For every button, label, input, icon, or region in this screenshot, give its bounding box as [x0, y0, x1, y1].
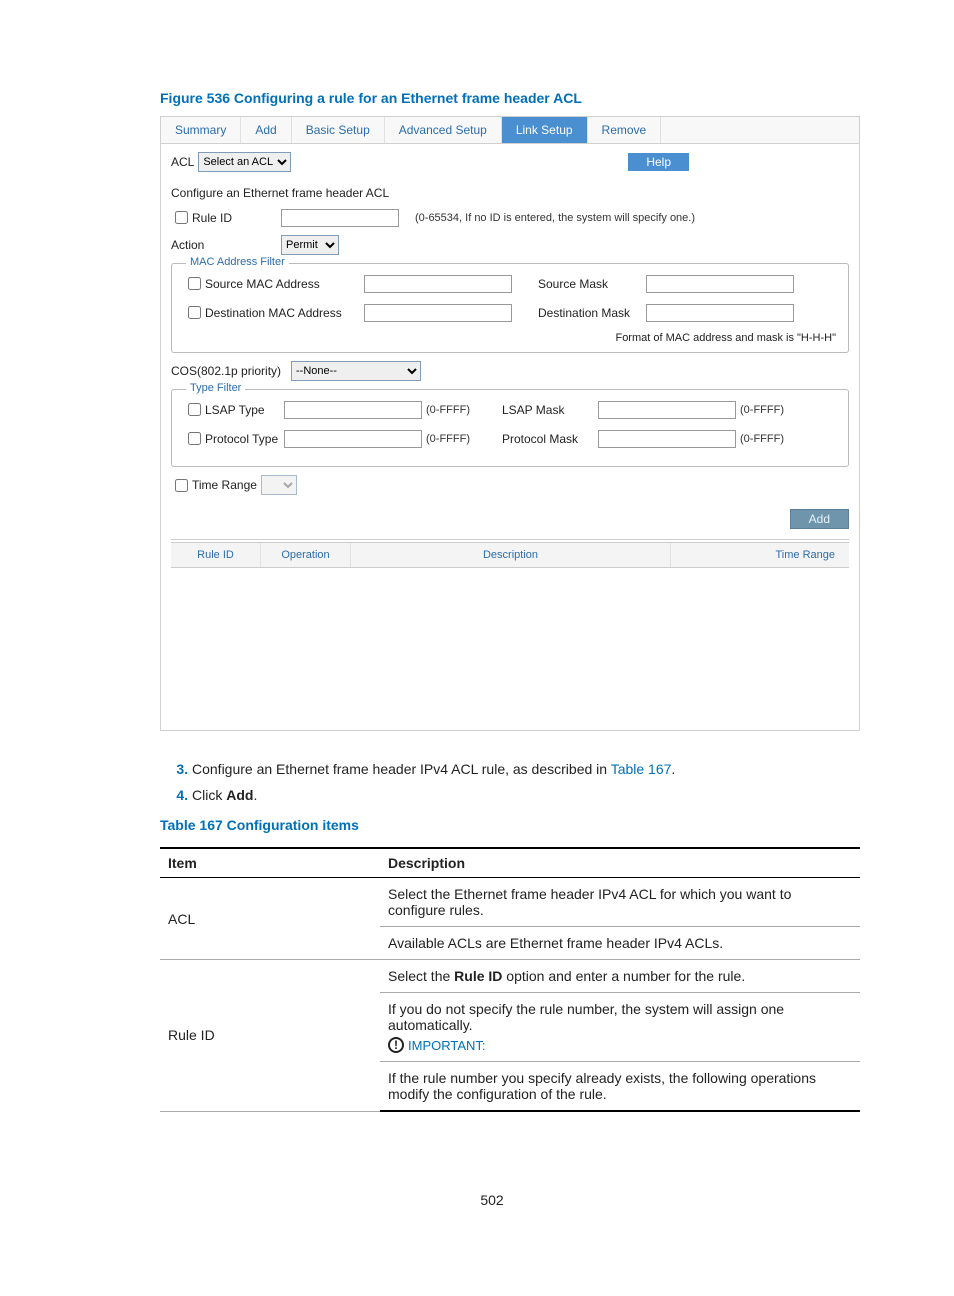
- rule-table: Rule ID Operation Description Time Range: [171, 542, 849, 718]
- step-3: Configure an Ethernet frame header IPv4 …: [192, 761, 824, 777]
- tab-add[interactable]: Add: [241, 117, 291, 143]
- dest-mask-label: Destination Mask: [538, 306, 646, 320]
- dest-mask-input[interactable]: [646, 304, 794, 322]
- protocol-mask-input[interactable]: [598, 430, 736, 448]
- type-filter-fieldset: Type Filter LSAP Type (0-FFFF) LSAP Mask…: [171, 389, 849, 467]
- tab-link-setup[interactable]: Link Setup: [502, 117, 588, 143]
- col-description[interactable]: Description: [351, 543, 671, 567]
- tabs-bar: Summary Add Basic Setup Advanced Setup L…: [161, 117, 859, 144]
- protocol-type-label: Protocol Type: [205, 432, 278, 446]
- important-callout: ! IMPORTANT:: [388, 1037, 486, 1053]
- lsap-mask-input[interactable]: [598, 401, 736, 419]
- lsap-mask-label: LSAP Mask: [502, 403, 598, 417]
- step-4: Click Add.: [192, 787, 824, 803]
- acl-label: ACL: [171, 155, 194, 169]
- rule-id-input[interactable]: [281, 209, 399, 227]
- source-mac-input[interactable]: [364, 275, 512, 293]
- important-icon: !: [388, 1037, 404, 1053]
- source-mask-input[interactable]: [646, 275, 794, 293]
- cos-label: COS(802.1p priority): [171, 364, 291, 378]
- tab-advanced-setup[interactable]: Advanced Setup: [385, 117, 502, 143]
- figure-title: Figure 536 Configuring a rule for an Eth…: [160, 90, 824, 106]
- cell-ruleid-desc-c: If the rule number you specify already e…: [380, 1062, 860, 1112]
- lsap-type-hint: (0-FFFF): [422, 404, 502, 416]
- col-time-range[interactable]: Time Range: [671, 543, 849, 567]
- action-select[interactable]: Permit: [281, 235, 339, 255]
- cell-ruleid-desc-a: Select the Rule ID option and enter a nu…: [380, 960, 860, 993]
- cell-ruleid-item: Rule ID: [160, 960, 380, 1112]
- lsap-type-input[interactable]: [284, 401, 422, 419]
- cell-ruleid-desc-b: If you do not specify the rule number, t…: [380, 993, 860, 1062]
- protocol-mask-hint: (0-FFFF): [736, 433, 784, 445]
- rule-id-label: Rule ID: [192, 211, 232, 225]
- cell-acl-item: ACL: [160, 878, 380, 960]
- tab-summary[interactable]: Summary: [161, 117, 241, 143]
- source-mac-checkbox[interactable]: [188, 277, 201, 290]
- screenshot-panel: Summary Add Basic Setup Advanced Setup L…: [160, 116, 860, 731]
- cell-acl-desc-a: Select the Ethernet frame header IPv4 AC…: [380, 878, 860, 927]
- add-button[interactable]: Add: [790, 509, 849, 529]
- col-operation[interactable]: Operation: [261, 543, 351, 567]
- source-mac-label: Source MAC Address: [205, 277, 320, 291]
- protocol-type-hint: (0-FFFF): [422, 433, 502, 445]
- col-rule-id[interactable]: Rule ID: [171, 543, 261, 567]
- config-table: Item Description ACL Select the Ethernet…: [160, 847, 860, 1112]
- lsap-type-checkbox[interactable]: [188, 403, 201, 416]
- dest-mac-label: Destination MAC Address: [205, 306, 342, 320]
- rule-id-hint: (0-65534, If no ID is entered, the syste…: [415, 212, 695, 224]
- section-title: Configure an Ethernet frame header ACL: [171, 186, 849, 200]
- table-link[interactable]: Table 167: [611, 761, 672, 777]
- tab-remove[interactable]: Remove: [588, 117, 662, 143]
- lsap-mask-hint: (0-FFFF): [736, 404, 784, 416]
- mac-filter-legend: MAC Address Filter: [186, 256, 289, 268]
- protocol-type-input[interactable]: [284, 430, 422, 448]
- tab-basic-setup[interactable]: Basic Setup: [292, 117, 385, 143]
- time-range-select[interactable]: [261, 475, 297, 495]
- table-title: Table 167 Configuration items: [160, 817, 824, 833]
- help-button[interactable]: Help: [628, 153, 689, 171]
- th-description: Description: [380, 848, 860, 878]
- mac-format-note: Format of MAC address and mask is "H-H-H…: [184, 332, 836, 344]
- cell-acl-desc-b: Available ACLs are Ethernet frame header…: [380, 927, 860, 960]
- time-range-checkbox[interactable]: [175, 479, 188, 492]
- type-filter-legend: Type Filter: [186, 382, 245, 394]
- dest-mac-checkbox[interactable]: [188, 306, 201, 319]
- time-range-label: Time Range: [192, 478, 257, 492]
- page-number: 502: [160, 1192, 824, 1208]
- th-item: Item: [160, 848, 380, 878]
- dest-mac-input[interactable]: [364, 304, 512, 322]
- cos-select[interactable]: --None--: [291, 361, 421, 381]
- action-label: Action: [171, 238, 281, 252]
- steps-list: Configure an Ethernet frame header IPv4 …: [160, 761, 824, 803]
- protocol-type-checkbox[interactable]: [188, 432, 201, 445]
- acl-select[interactable]: Select an ACL: [198, 152, 291, 172]
- lsap-type-label: LSAP Type: [205, 403, 265, 417]
- rule-id-checkbox[interactable]: [175, 211, 188, 224]
- protocol-mask-label: Protocol Mask: [502, 432, 598, 446]
- mac-filter-fieldset: MAC Address Filter Source MAC Address So…: [171, 263, 849, 353]
- source-mask-label: Source Mask: [538, 277, 646, 291]
